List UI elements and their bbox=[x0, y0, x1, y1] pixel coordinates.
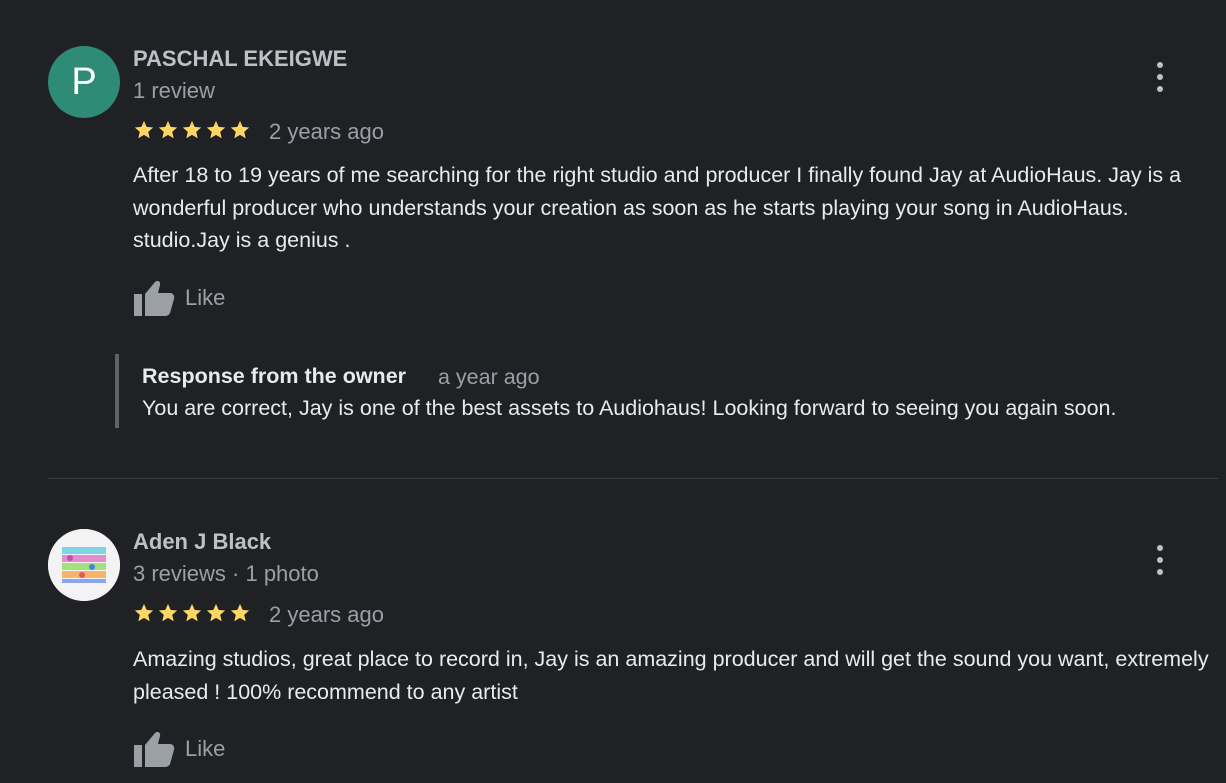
review-time: 2 years ago bbox=[269, 602, 384, 627]
star-icon bbox=[134, 603, 154, 622]
reviews-page: P PASCHAL EKEIGWE 1 review 2 years ago A… bbox=[0, 0, 1226, 783]
reviewer-name[interactable]: Aden J Black bbox=[133, 529, 271, 555]
star-icon bbox=[230, 603, 250, 622]
star-rating bbox=[133, 602, 251, 624]
more-vert-icon-dot bbox=[1157, 545, 1163, 551]
like-button[interactable]: Like bbox=[133, 730, 225, 768]
review-card: Aden J Black 3 reviews · 1 photo 2 years… bbox=[0, 0, 1226, 783]
more-options-button[interactable] bbox=[1148, 545, 1172, 575]
thumbs-up-icon bbox=[134, 732, 175, 767]
review-text: Amazing studios, great place to record i… bbox=[133, 647, 1209, 704]
star-icon bbox=[158, 603, 178, 622]
reviewer-meta: 3 reviews · 1 photo bbox=[133, 561, 319, 586]
star-icon bbox=[206, 603, 226, 622]
avatar[interactable] bbox=[48, 529, 120, 601]
avatar-photo-image bbox=[48, 529, 120, 601]
more-vert-icon-dot bbox=[1157, 557, 1163, 563]
star-icon bbox=[182, 603, 202, 622]
like-label: Like bbox=[185, 736, 226, 761]
more-vert-icon-dot bbox=[1157, 569, 1163, 575]
